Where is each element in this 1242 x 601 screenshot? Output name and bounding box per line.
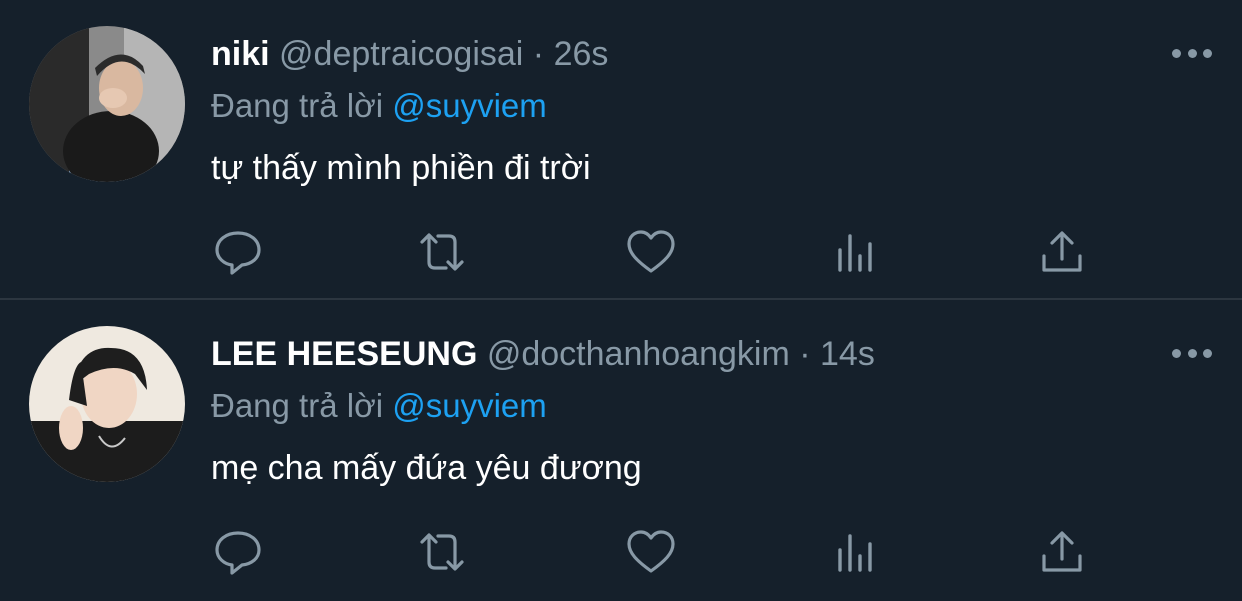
tweet-header: LEE HEESEUNG @docthanhoangkim · 14s — [211, 330, 1182, 378]
action-bar — [212, 226, 1092, 278]
reply-mention[interactable]: @suyviem — [392, 387, 547, 424]
like-icon[interactable] — [625, 226, 677, 278]
tweet-text: mẹ cha mấy đứa yêu đương — [211, 449, 642, 487]
reply-context: Đang trả lời @suyviem — [211, 82, 1182, 130]
timestamp[interactable]: 14s — [820, 335, 875, 373]
more-icon[interactable] — [1172, 340, 1212, 366]
analytics-icon[interactable] — [830, 526, 882, 578]
author-handle[interactable]: @deptraicogisai — [279, 35, 523, 73]
share-icon[interactable] — [1036, 526, 1088, 578]
reply-mention[interactable]: @suyviem — [392, 87, 547, 124]
more-icon[interactable] — [1172, 40, 1212, 66]
analytics-icon[interactable] — [830, 226, 882, 278]
author-name[interactable]: LEE HEESEUNG — [211, 335, 477, 373]
reply-icon[interactable] — [212, 226, 264, 278]
avatar[interactable] — [29, 26, 185, 182]
author-name[interactable]: niki — [211, 35, 270, 73]
tweet-text: tự thấy mình phiền đi trời — [211, 149, 591, 187]
share-icon[interactable] — [1036, 226, 1088, 278]
retweet-icon[interactable] — [416, 526, 468, 578]
avatar[interactable] — [29, 326, 185, 482]
reply-prefix: Đang trả lời — [211, 87, 384, 124]
like-icon[interactable] — [625, 526, 677, 578]
author-handle[interactable]: @docthanhoangkim — [487, 335, 790, 373]
separator: · — [532, 35, 545, 73]
reply-prefix: Đang trả lời — [211, 387, 384, 424]
timestamp[interactable]: 26s — [554, 35, 609, 73]
reply-context: Đang trả lời @suyviem — [211, 382, 1182, 430]
retweet-icon[interactable] — [416, 226, 468, 278]
separator: · — [799, 335, 811, 373]
tweet[interactable]: LEE HEESEUNG @docthanhoangkim · 14s Đang… — [0, 300, 1242, 600]
tweet[interactable]: niki @deptraicogisai · 26s Đang trả lời … — [0, 0, 1242, 300]
tweet-header: niki @deptraicogisai · 26s — [211, 30, 1182, 78]
reply-icon[interactable] — [212, 526, 264, 578]
action-bar — [212, 526, 1092, 578]
